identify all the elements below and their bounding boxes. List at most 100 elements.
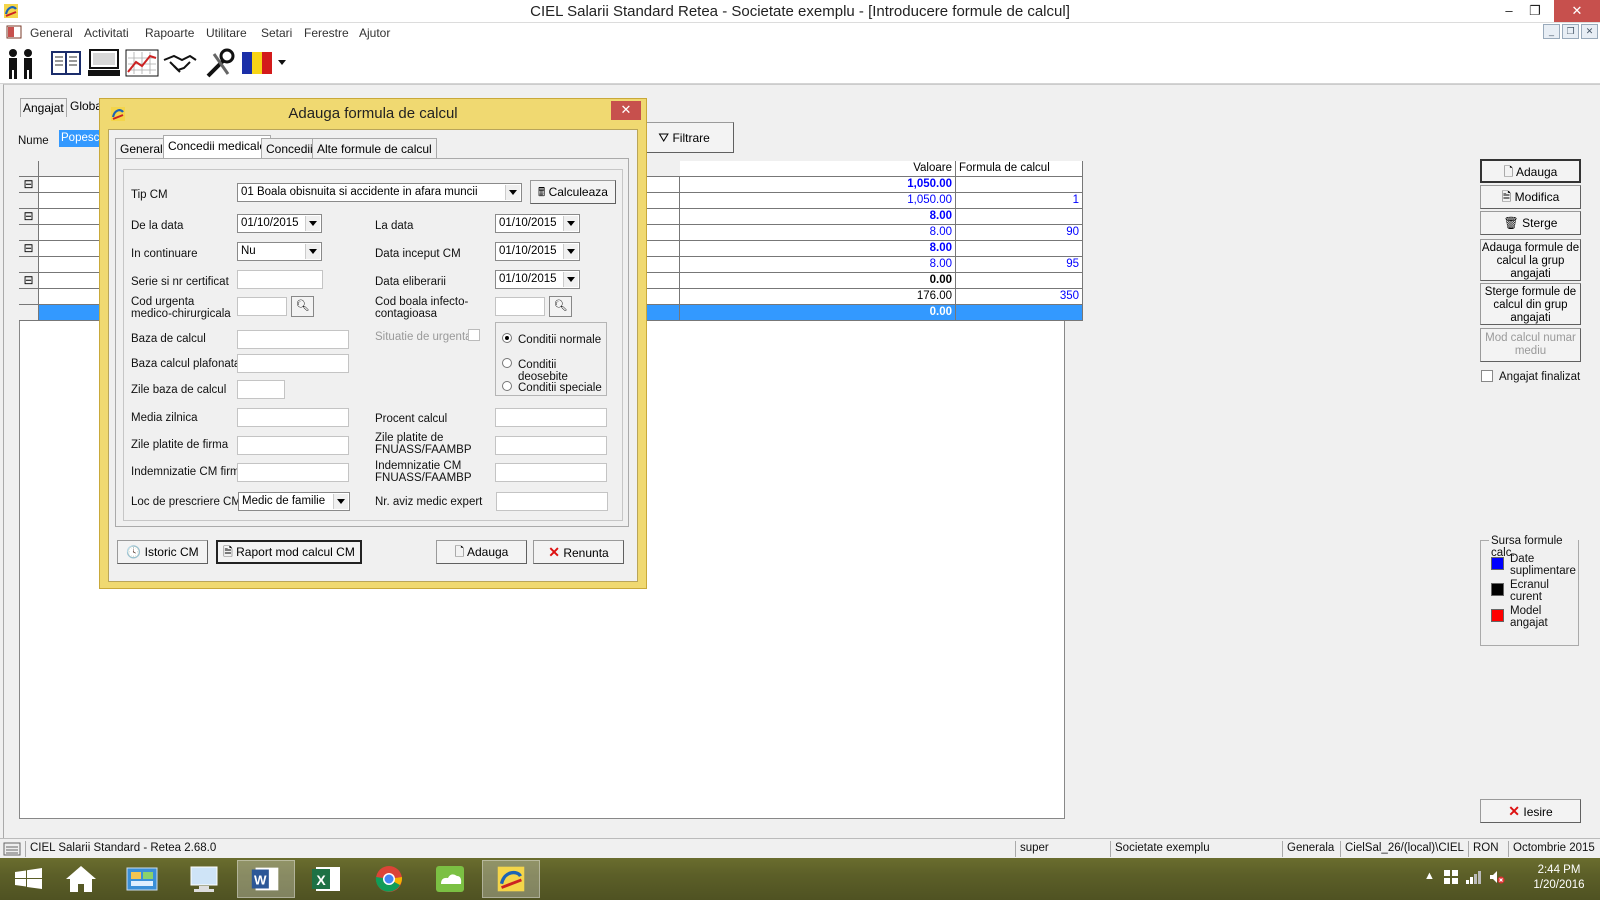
computer-icon[interactable] bbox=[175, 860, 233, 898]
grid-row-value-cell[interactable]: 8.00 bbox=[680, 257, 956, 273]
dialog-close-button[interactable]: ✕ bbox=[611, 101, 641, 120]
grid-row-formula-cell[interactable] bbox=[956, 273, 1083, 289]
grid-row-value-cell[interactable]: 176.00 bbox=[680, 289, 956, 305]
computer-icon[interactable] bbox=[86, 46, 122, 80]
grid-row-formula-cell[interactable] bbox=[956, 241, 1083, 257]
grid-row-value-cell[interactable]: 0.00 bbox=[680, 305, 956, 321]
search-icon[interactable]: 🔍︎ bbox=[291, 296, 314, 317]
grid-row-expander[interactable] bbox=[19, 193, 39, 209]
close-button[interactable]: ✕ bbox=[1554, 0, 1600, 22]
delete-group-formulas-button[interactable]: Sterge formule de calcul din grup angaja… bbox=[1480, 283, 1581, 325]
loc-prescriere-select[interactable]: Medic de familie bbox=[238, 492, 350, 511]
chrome-icon[interactable] bbox=[360, 860, 418, 898]
radio-conditii-speciale[interactable] bbox=[502, 381, 512, 391]
add-button[interactable]: 🗋 Adauga bbox=[1480, 159, 1581, 183]
grid-row-formula-cell[interactable] bbox=[956, 305, 1083, 321]
indemn-fnuass-input[interactable] bbox=[495, 463, 607, 482]
cloud-app-icon[interactable] bbox=[421, 860, 479, 898]
menu-rapoarte[interactable]: Rapoarte bbox=[145, 26, 194, 40]
home-icon[interactable] bbox=[52, 860, 110, 898]
menu-general[interactable]: General bbox=[30, 26, 73, 40]
grid-row-expander[interactable]: ⊟ bbox=[19, 209, 39, 225]
data-inceput-picker[interactable]: 01/10/2015 bbox=[495, 242, 580, 261]
grid-row-formula-cell[interactable] bbox=[956, 209, 1083, 225]
menu-activitati[interactable]: Activitati bbox=[84, 26, 129, 40]
tray-arrow-icon[interactable]: ▲ bbox=[1424, 870, 1435, 882]
zile-firma-input[interactable] bbox=[237, 436, 349, 455]
mdi-minimize-button[interactable]: _ bbox=[1543, 24, 1560, 39]
name-field[interactable]: Popesc bbox=[59, 130, 103, 147]
romania-flag-icon[interactable] bbox=[240, 46, 288, 80]
modify-button[interactable]: 🗎 Modifica bbox=[1480, 185, 1581, 209]
calculate-button[interactable]: 🖩 Calculeaza bbox=[530, 180, 616, 204]
tab-concedii-medicale[interactable]: Concedii medicale bbox=[163, 135, 272, 159]
tab-global[interactable]: Globa bbox=[70, 99, 102, 113]
minimize-button[interactable]: – bbox=[1496, 0, 1522, 22]
ciel-app-icon[interactable] bbox=[482, 860, 540, 898]
grid-row-expander[interactable] bbox=[19, 289, 39, 305]
zile-baza-input[interactable] bbox=[237, 380, 285, 399]
radio-conditii-deosebite[interactable] bbox=[502, 358, 512, 368]
register-book-icon[interactable] bbox=[48, 46, 84, 80]
exit-button[interactable]: ✕ Iesire bbox=[1480, 799, 1581, 823]
cod-boala-input[interactable] bbox=[495, 297, 545, 316]
clock[interactable]: 2:44 PM 1/20/2016 bbox=[1520, 863, 1598, 893]
grid-header-formula[interactable]: Formula de calcul bbox=[956, 161, 1083, 177]
situatie-urgenta-checkbox[interactable] bbox=[468, 329, 480, 341]
grid-row-formula-cell[interactable]: 350 bbox=[956, 289, 1083, 305]
start-button[interactable] bbox=[0, 860, 58, 898]
cancel-button[interactable]: ✕ Renunta bbox=[533, 540, 624, 564]
employees-icon[interactable] bbox=[3, 46, 39, 80]
procent-calcul-input[interactable] bbox=[495, 408, 607, 427]
grid-row-expander[interactable]: ⊟ bbox=[19, 273, 39, 289]
mdi-close-button[interactable]: ✕ bbox=[1581, 24, 1598, 39]
data-eliberarii-picker[interactable]: 01/10/2015 bbox=[495, 270, 580, 289]
word-icon[interactable]: W bbox=[237, 860, 295, 898]
menu-setari[interactable]: Setari bbox=[261, 26, 292, 40]
serie-input[interactable] bbox=[237, 270, 323, 289]
raport-mod-calcul-button[interactable]: 🗎 Raport mod calcul CM bbox=[216, 540, 362, 564]
grid-row-formula-cell[interactable]: 1 bbox=[956, 193, 1083, 209]
delete-button[interactable]: 🗑 Sterge bbox=[1480, 211, 1581, 235]
indemn-firma-input[interactable] bbox=[237, 463, 349, 482]
tab-angajat[interactable]: Angajat bbox=[20, 98, 67, 117]
in-continuare-select[interactable]: Nu bbox=[237, 242, 322, 261]
mdi-restore-button[interactable]: ❐ bbox=[1562, 24, 1579, 39]
tools-icon[interactable] bbox=[202, 46, 238, 80]
cod-urgenta-input[interactable] bbox=[237, 297, 287, 316]
istoric-cm-button[interactable]: 🕓 Istoric CM bbox=[117, 540, 208, 564]
menu-ferestre[interactable]: Ferestre bbox=[304, 26, 349, 40]
grid-row-value-cell[interactable]: 8.00 bbox=[680, 209, 956, 225]
grid-row-value-cell[interactable]: 0.00 bbox=[680, 273, 956, 289]
tab-alte-formule[interactable]: Alte formule de calcul bbox=[312, 138, 437, 158]
volume-muted-icon[interactable] bbox=[1489, 869, 1505, 885]
excel-icon[interactable]: X bbox=[298, 860, 356, 898]
filter-button[interactable]: ⛛ Filtrare bbox=[634, 122, 734, 153]
mod-calcul-button[interactable]: Mod calcul numar mediu bbox=[1480, 328, 1581, 362]
grid-row-value-cell[interactable]: 8.00 bbox=[680, 225, 956, 241]
tip-cm-select[interactable]: 01 Boala obisnuita si accidente in afara… bbox=[237, 183, 522, 202]
dialog-add-button[interactable]: 🗋 Adauga bbox=[436, 540, 527, 564]
signal-icon[interactable] bbox=[1465, 869, 1483, 885]
grid-row-expander[interactable] bbox=[19, 305, 39, 321]
radio-conditii-normale[interactable] bbox=[502, 333, 512, 343]
control-panel-icon[interactable] bbox=[113, 860, 171, 898]
grid-row-formula-cell[interactable] bbox=[956, 177, 1083, 193]
menu-utilitare[interactable]: Utilitare bbox=[206, 26, 247, 40]
grid-row-expander[interactable]: ⊟ bbox=[19, 177, 39, 193]
grid-row-expander[interactable]: ⊟ bbox=[19, 241, 39, 257]
de-la-data-picker[interactable]: 01/10/2015 bbox=[237, 214, 322, 233]
grid-row-value-cell[interactable]: 1,050.00 bbox=[680, 177, 956, 193]
chart-icon[interactable] bbox=[124, 46, 160, 80]
grid-row-formula-cell[interactable]: 90 bbox=[956, 225, 1083, 241]
grid-row-expander[interactable] bbox=[19, 257, 39, 273]
grid-row-formula-cell[interactable]: 95 bbox=[956, 257, 1083, 273]
tab-general[interactable]: General bbox=[115, 138, 168, 158]
handshake-icon[interactable] bbox=[162, 46, 198, 80]
baza-plafonata-input[interactable] bbox=[237, 354, 349, 373]
search-icon[interactable]: 🔍︎ bbox=[549, 296, 572, 317]
baza-calcul-input[interactable] bbox=[237, 330, 349, 349]
action-center-icon[interactable] bbox=[1443, 869, 1459, 885]
media-zilnica-input[interactable] bbox=[237, 408, 349, 427]
grid-row-value-cell[interactable]: 1,050.00 bbox=[680, 193, 956, 209]
